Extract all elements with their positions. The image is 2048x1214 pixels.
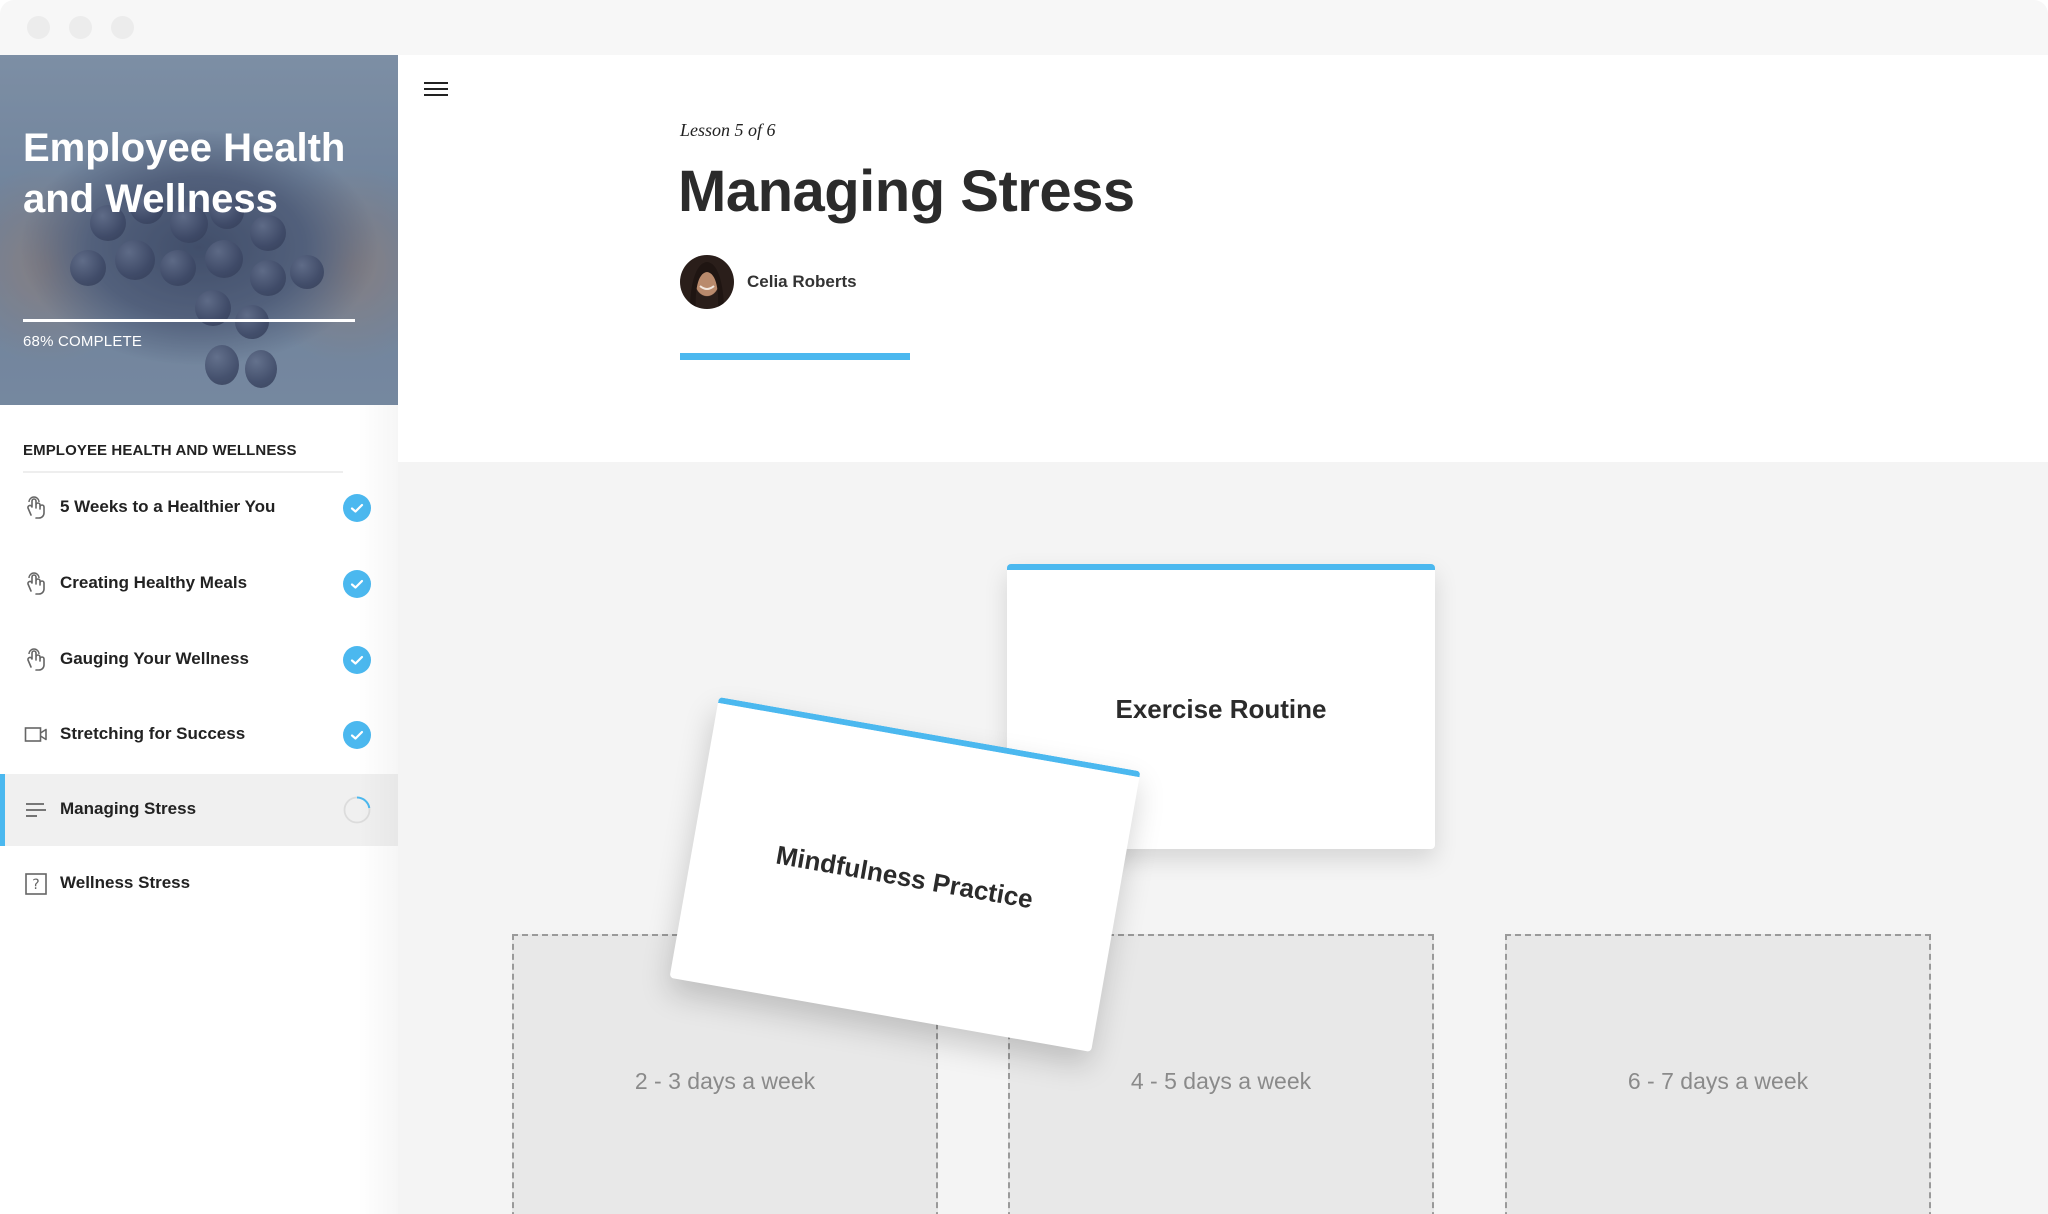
hamburger-line (424, 88, 448, 90)
sidebar-item-wellness-stress[interactable]: ? Wellness Stress (0, 848, 398, 920)
lesson-label: 5 Weeks to a Healthier You (60, 497, 276, 516)
quiz-question-icon: ? (25, 873, 47, 895)
window-close-button[interactable] (27, 16, 50, 39)
author-portrait-icon (690, 262, 724, 309)
complete-check-icon (343, 721, 371, 749)
author-name: Celia Roberts (747, 272, 857, 291)
sidebar-item-stretching-for-success[interactable]: Stretching for Success (0, 699, 398, 771)
card-label: Mindfulness Practice (773, 839, 1036, 915)
author-avatar (680, 255, 734, 309)
course-sidebar: Employee Health and Wellness 68% COMPLET… (0, 55, 398, 1214)
lesson-content: Lesson 5 of 6 Managing Stress Celia Robe… (398, 55, 2048, 1214)
lesson-label: Gauging Your Wellness (60, 649, 249, 668)
complete-check-icon (343, 570, 371, 598)
drop-zone-6-7-days[interactable]: 6 - 7 days a week (1505, 934, 1931, 1214)
course-progress-fill (23, 319, 355, 322)
sidebar-item-5-weeks-to-a-healthier-you[interactable]: 5 Weeks to a Healthier You (0, 472, 398, 544)
svg-text:?: ? (32, 877, 39, 893)
window-minimize-button[interactable] (69, 16, 92, 39)
hamburger-line (424, 94, 448, 96)
complete-check-icon (343, 646, 371, 674)
sidebar-item-creating-healthy-meals[interactable]: Creating Healthy Meals (0, 548, 398, 620)
lesson-label: Creating Healthy Meals (60, 573, 248, 592)
window-maximize-button[interactable] (111, 16, 134, 39)
drop-zone-label: 6 - 7 days a week (1627, 1067, 1809, 1094)
hamburger-line (424, 82, 448, 84)
lesson-label: Managing Stress (60, 799, 197, 818)
lesson-author: Celia Roberts (680, 255, 857, 309)
video-icon (24, 727, 47, 742)
interactive-touch-icon (27, 648, 45, 671)
interactive-touch-icon (27, 572, 45, 595)
menu-hamburger-button[interactable] (424, 78, 448, 98)
course-section-heading: EMPLOYEE HEALTH AND WELLNESS (23, 442, 297, 459)
sidebar-item-gauging-your-wellness[interactable]: Gauging Your Wellness (0, 624, 398, 696)
lesson-label: Wellness Stress (60, 873, 191, 892)
interactive-touch-icon (27, 496, 45, 519)
window-titlebar (0, 0, 2048, 55)
card-label: Exercise Routine (1115, 694, 1327, 724)
text-lines-icon (26, 803, 46, 817)
title-accent-bar (680, 353, 910, 360)
page-title: Managing Stress (678, 159, 1135, 224)
sidebar-item-managing-stress[interactable]: Managing Stress (0, 774, 398, 846)
drop-zone-label: 4 - 5 days a week (1130, 1067, 1312, 1094)
course-title: Employee Health and Wellness (23, 126, 346, 221)
in-progress-ring-icon (343, 796, 371, 824)
sorting-activity: 2 - 3 days a week 4 - 5 days a week 6 - … (398, 462, 2048, 1214)
drop-zone-label: 2 - 3 days a week (634, 1067, 816, 1094)
lesson-counter: Lesson 5 of 6 (680, 120, 776, 140)
lesson-label: Stretching for Success (60, 724, 246, 743)
course-progress-bar (23, 319, 355, 322)
complete-check-icon (343, 494, 371, 522)
course-progress-label: 68% COMPLETE (23, 333, 143, 350)
course-hero-image: Employee Health and Wellness 68% COMPLET… (0, 55, 398, 405)
